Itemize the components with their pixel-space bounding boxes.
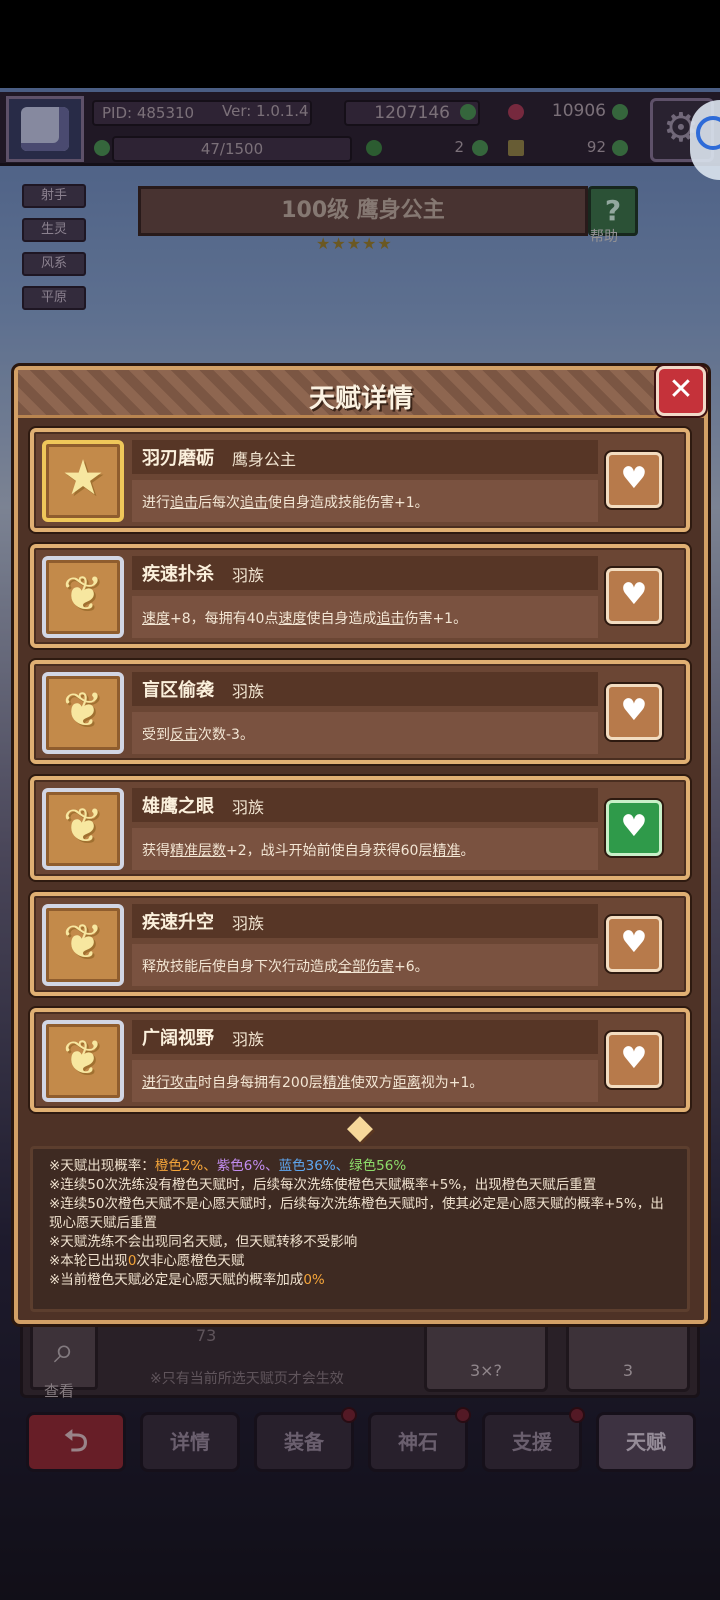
talent-tag: 羽族 xyxy=(232,914,265,933)
talent-tag: 羽族 xyxy=(232,798,265,817)
talent-probability-notes: ※天赋出现概率：橙色2%、紫色6%、蓝色36%、绿色56% ※连续50次洗练没有… xyxy=(30,1146,690,1312)
note-round-count: ※本轮已出现0次非心愿橙色天赋 xyxy=(49,1253,245,1269)
keyword-link[interactable]: 全部伤害 xyxy=(338,959,394,975)
talent-description: 进行追击后每次追击使自身造成技能伤害+1。 xyxy=(142,495,429,511)
talent-description: 释放技能后使自身下次行动造成全部伤害+6。 xyxy=(142,959,429,975)
note-pity-wish: ※连续50次橙色天赋不是心愿天赋时，后续每次洗练橙色天赋时，使其必定是心愿天赋的… xyxy=(49,1196,664,1231)
status-bar-area xyxy=(0,0,720,88)
talent-name: 广阔视野 xyxy=(142,1028,214,1049)
keyword-link[interactable]: 追击 xyxy=(376,611,404,627)
talent-card: ❦ 雄鹰之眼 羽族 获得精准层数+2，战斗开始前使自身获得60层精准。 ♥ xyxy=(30,776,690,880)
talent-card: ❦ 疾速扑杀 羽族 速度+8，每拥有40点速度使自身造成追击伤害+1。 ♥ xyxy=(30,544,690,648)
divider-gem-icon: ◆ xyxy=(346,1107,374,1147)
favorite-heart-button[interactable]: ♥ xyxy=(606,568,662,624)
keyword-link[interactable]: 追击 xyxy=(170,495,198,511)
note-no-duplicate: ※天赋洗练不会出现同名天赋，但天赋转移不受影响 xyxy=(49,1234,358,1250)
talent-name: 盲区偷袭 xyxy=(142,680,214,701)
talent-name: 疾速升空 xyxy=(142,912,214,933)
keyword-link[interactable]: 精准 xyxy=(432,843,460,859)
wing-icon: ❦ xyxy=(42,904,124,986)
talent-card: ❦ 疾速升空 羽族 释放技能后使自身下次行动造成全部伤害+6。 ♥ xyxy=(30,892,690,996)
keyword-link[interactable]: 进行攻击 xyxy=(142,1075,198,1091)
favorite-heart-button[interactable]: ♥ xyxy=(606,1032,662,1088)
talent-card: ❦ 盲区偷袭 羽族 受到反击次数-3。 ♥ xyxy=(30,660,690,764)
note-wish-bonus: ※当前橙色天赋必定是心愿天赋的概率加成0% xyxy=(49,1272,325,1288)
favorite-heart-button[interactable]: ♥ xyxy=(606,684,662,740)
talent-description: 速度+8，每拥有40点速度使自身造成追击伤害+1。 xyxy=(142,611,468,627)
favorite-heart-button[interactable]: ♥ xyxy=(606,916,662,972)
talent-description: 受到反击次数-3。 xyxy=(142,727,254,743)
modal-header: 天赋详情 xyxy=(18,370,704,418)
talent-description: 进行攻击时自身每拥有200层精准使双方距离视为+1。 xyxy=(142,1075,484,1091)
wing-icon: ❦ xyxy=(42,1020,124,1102)
talent-tag: 羽族 xyxy=(232,1030,265,1049)
talent-card: ❦ 广阔视野 羽族 进行攻击时自身每拥有200层精准使双方距离视为+1。 ♥ xyxy=(30,1008,690,1112)
wing-icon: ❦ xyxy=(42,556,124,638)
keyword-link[interactable]: 距离 xyxy=(393,1075,421,1091)
wing-icon: ❦ xyxy=(42,672,124,754)
close-button[interactable]: ✕ xyxy=(656,366,706,416)
star-icon: ★ xyxy=(42,440,124,522)
note-probability: ※天赋出现概率：橙色2%、紫色6%、蓝色36%、绿色56% xyxy=(49,1158,407,1174)
keyword-link[interactable]: 速度 xyxy=(278,611,306,627)
talent-card: ★ 羽刃磨砺 鹰身公主 进行追击后每次追击使自身造成技能伤害+1。 ♥ xyxy=(30,428,690,532)
keyword-link[interactable]: 反击 xyxy=(170,727,198,743)
keyword-link[interactable]: 精准层数 xyxy=(170,843,226,859)
talent-tag: 鹰身公主 xyxy=(232,450,297,469)
talent-description: 获得精准层数+2，战斗开始前使自身获得60层精准。 xyxy=(142,843,475,859)
favorite-heart-button-active[interactable]: ♥ xyxy=(606,800,662,856)
talent-name: 雄鹰之眼 xyxy=(142,796,214,817)
talent-name: 羽刃磨砺 xyxy=(142,448,214,469)
talent-name: 疾速扑杀 xyxy=(142,564,214,585)
modal-title: 天赋详情 xyxy=(308,384,413,414)
keyword-link[interactable]: 追击 xyxy=(240,495,268,511)
favorite-heart-button[interactable]: ♥ xyxy=(606,452,662,508)
talent-tag: 羽族 xyxy=(232,682,265,701)
keyword-link[interactable]: 精准 xyxy=(323,1075,351,1091)
keyword-link[interactable]: 速度 xyxy=(142,611,170,627)
talent-tag: 羽族 xyxy=(232,566,265,585)
wing-icon: ❦ xyxy=(42,788,124,870)
note-pity-orange: ※连续50次洗练没有橙色天赋时，后续每次洗练使橙色天赋概率+5%，出现橙色天赋后… xyxy=(49,1177,597,1193)
